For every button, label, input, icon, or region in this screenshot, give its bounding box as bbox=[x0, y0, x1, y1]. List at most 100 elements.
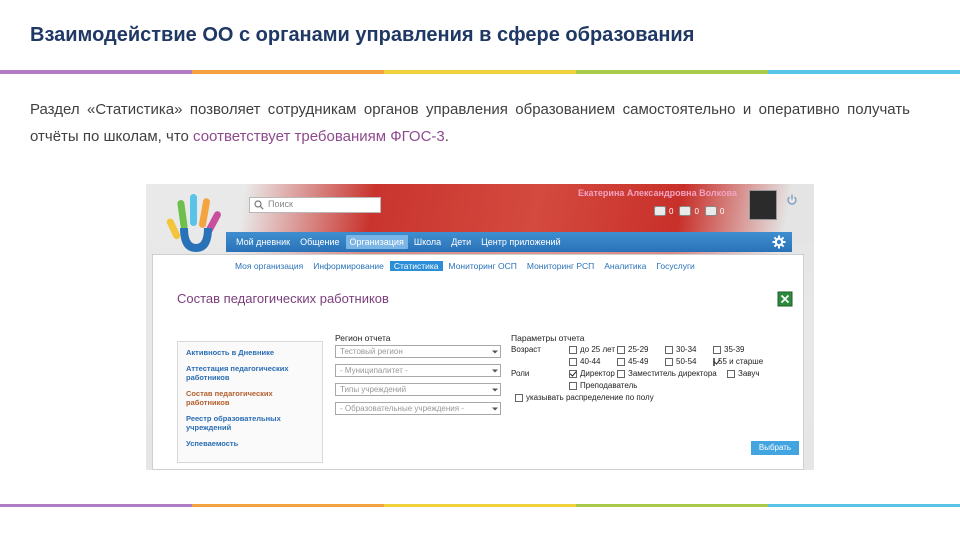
content-panel: Моя организация Информирование Статистик… bbox=[152, 254, 804, 470]
stripe-segment bbox=[192, 504, 384, 507]
search-input[interactable]: Поиск bbox=[249, 197, 381, 213]
age-checkbox[interactable]: 45-49 bbox=[617, 357, 665, 366]
region-label: Регион отчета bbox=[335, 333, 391, 343]
gender-distribution-checkbox[interactable]: указывать распределение по полу bbox=[515, 393, 801, 402]
checkbox[interactable] bbox=[727, 369, 735, 378]
checkbox[interactable] bbox=[569, 381, 577, 390]
institution-type-select[interactable]: Типы учреждений bbox=[335, 383, 501, 396]
search-icon bbox=[254, 200, 264, 210]
checkbox[interactable] bbox=[569, 345, 577, 354]
checkbox[interactable] bbox=[665, 345, 673, 354]
power-icon[interactable] bbox=[786, 194, 798, 206]
role-option-label: Заместитель директора bbox=[628, 369, 717, 378]
page-title: Состав педагогических работников bbox=[177, 291, 389, 306]
checkbox[interactable] bbox=[617, 369, 625, 378]
age-option-label: 35-39 bbox=[724, 345, 745, 354]
municipality-select[interactable]: - Муниципалитет - bbox=[335, 364, 501, 377]
checkbox[interactable] bbox=[617, 357, 625, 366]
stripe-segment bbox=[192, 70, 384, 74]
mail-icon bbox=[654, 206, 666, 216]
slide-title: Взаимодействие ОО с органами управления … bbox=[30, 24, 695, 46]
role-checkbox[interactable]: Преподаватель bbox=[569, 381, 679, 390]
sidebar-item-teacher-attestation[interactable]: Аттестация педагогических работников bbox=[186, 364, 314, 382]
age-option-label: 40-44 bbox=[580, 357, 601, 366]
statistics-sidebar: Активность в Дневнике Аттестация педагог… bbox=[177, 341, 323, 463]
institution-select[interactable]: - Образовательные учреждения - bbox=[335, 402, 501, 415]
checkbox-checked[interactable] bbox=[569, 369, 577, 378]
stripe-segment bbox=[0, 504, 192, 507]
gear-icon[interactable] bbox=[772, 235, 786, 249]
friends-counter[interactable]: 0 bbox=[704, 206, 725, 216]
intro-text: Раздел «Статистика» позволяет сотрудника… bbox=[30, 96, 910, 150]
region-select[interactable]: Тестовый регион bbox=[335, 345, 501, 358]
avatar[interactable] bbox=[749, 190, 777, 220]
intro-text-end: . bbox=[444, 128, 449, 145]
subnav-public-services[interactable]: Госуслуги bbox=[652, 261, 698, 271]
sidebar-item-diary-activity[interactable]: Активность в Дневнике bbox=[186, 348, 314, 357]
role-checkbox[interactable]: Заместитель директора bbox=[617, 369, 727, 378]
age-checkbox[interactable]: 50-54 bbox=[665, 357, 713, 366]
nav-app-center[interactable]: Центр приложений bbox=[477, 235, 564, 249]
nav-children[interactable]: Дети bbox=[447, 235, 475, 249]
stripe-segment bbox=[768, 70, 960, 74]
age-label: Возраст bbox=[511, 345, 541, 354]
institution-type-select-value: Типы учреждений bbox=[340, 385, 407, 394]
subnav-informing[interactable]: Информирование bbox=[309, 261, 388, 271]
nav-communication[interactable]: Общение bbox=[296, 235, 343, 249]
stripe-segment bbox=[0, 70, 192, 74]
subnav-my-organization[interactable]: Моя организация bbox=[231, 261, 307, 271]
age-option-label: 30-34 bbox=[676, 345, 697, 354]
age-option-label: до 25 лет bbox=[580, 345, 615, 354]
nav-school[interactable]: Школа bbox=[410, 235, 445, 249]
role-checkbox[interactable]: Директор bbox=[569, 369, 617, 378]
role-checkbox[interactable]: Завуч bbox=[727, 369, 775, 378]
app-screenshot: Поиск Екатерина Александровна Волкова 0 … bbox=[146, 184, 814, 470]
sidebar-item-teaching-staff[interactable]: Состав педагогических работников bbox=[186, 389, 314, 407]
roles-row: Роли Директор Заместитель директора Заву… bbox=[511, 369, 801, 390]
sidebar-item-performance[interactable]: Успеваемость bbox=[186, 439, 314, 448]
stripe-segment bbox=[576, 504, 768, 507]
nav-my-diary[interactable]: Мой дневник bbox=[232, 235, 294, 249]
role-option-label: Преподаватель bbox=[580, 381, 638, 390]
subnav-monitoring-rsp[interactable]: Мониторинг РСП bbox=[523, 261, 598, 271]
messages-counter[interactable]: 0 bbox=[654, 206, 673, 216]
checkbox[interactable] bbox=[617, 345, 625, 354]
sidebar-item-institution-registry[interactable]: Реестр образовательных учреждений bbox=[186, 414, 314, 432]
subnav-monitoring-osp[interactable]: Мониторинг ОСП bbox=[445, 261, 521, 271]
age-checkbox[interactable]: 40-44 bbox=[569, 357, 617, 366]
role-checkboxes: Директор Заместитель директора Завуч Пре… bbox=[569, 369, 789, 390]
stripe-segment bbox=[768, 504, 960, 507]
region-select-value: Тестовый регион bbox=[340, 347, 403, 356]
chevron-down-icon bbox=[492, 407, 498, 411]
messages-count: 0 bbox=[669, 206, 674, 216]
age-checkbox[interactable]: 25-29 bbox=[617, 345, 665, 354]
age-option-label: 50-54 bbox=[676, 357, 697, 366]
chevron-down-icon bbox=[492, 350, 498, 354]
subnav-analytics[interactable]: Аналитика bbox=[600, 261, 650, 271]
roles-label: Роли bbox=[511, 369, 530, 378]
sub-nav: Моя организация Информирование Статистик… bbox=[231, 261, 701, 271]
subnav-statistics[interactable]: Статистика bbox=[389, 261, 443, 271]
nav-organization[interactable]: Организация bbox=[345, 235, 408, 249]
chevron-down-icon bbox=[492, 369, 498, 373]
checkbox[interactable] bbox=[713, 345, 721, 354]
checkbox[interactable] bbox=[665, 357, 673, 366]
age-checkbox[interactable]: до 25 лет bbox=[569, 345, 617, 354]
intro-text-part: Раздел «Статистика» позволяет сотрудника… bbox=[30, 101, 910, 145]
checkbox[interactable] bbox=[515, 393, 523, 402]
age-checkbox[interactable]: 55 и старше bbox=[713, 357, 763, 366]
checkbox-checked[interactable] bbox=[713, 357, 715, 366]
bottom-color-stripe bbox=[0, 504, 960, 507]
friends-count: 0 bbox=[719, 206, 725, 216]
events-counter[interactable]: 0 bbox=[679, 206, 699, 216]
user-name-link[interactable]: Екатерина Александровна Волкова bbox=[578, 188, 737, 198]
chevron-down-icon bbox=[492, 388, 498, 392]
stripe-segment bbox=[384, 70, 576, 74]
age-checkbox[interactable]: 30-34 bbox=[665, 345, 713, 354]
checkbox[interactable] bbox=[569, 357, 577, 366]
select-button[interactable]: Выбрать bbox=[751, 441, 799, 455]
excel-export-icon[interactable] bbox=[777, 291, 793, 307]
age-checkbox[interactable]: 35-39 bbox=[713, 345, 761, 354]
report-region-form: Регион отчета Тестовый регион - Муниципа… bbox=[335, 333, 505, 421]
friends-icon bbox=[704, 206, 717, 216]
